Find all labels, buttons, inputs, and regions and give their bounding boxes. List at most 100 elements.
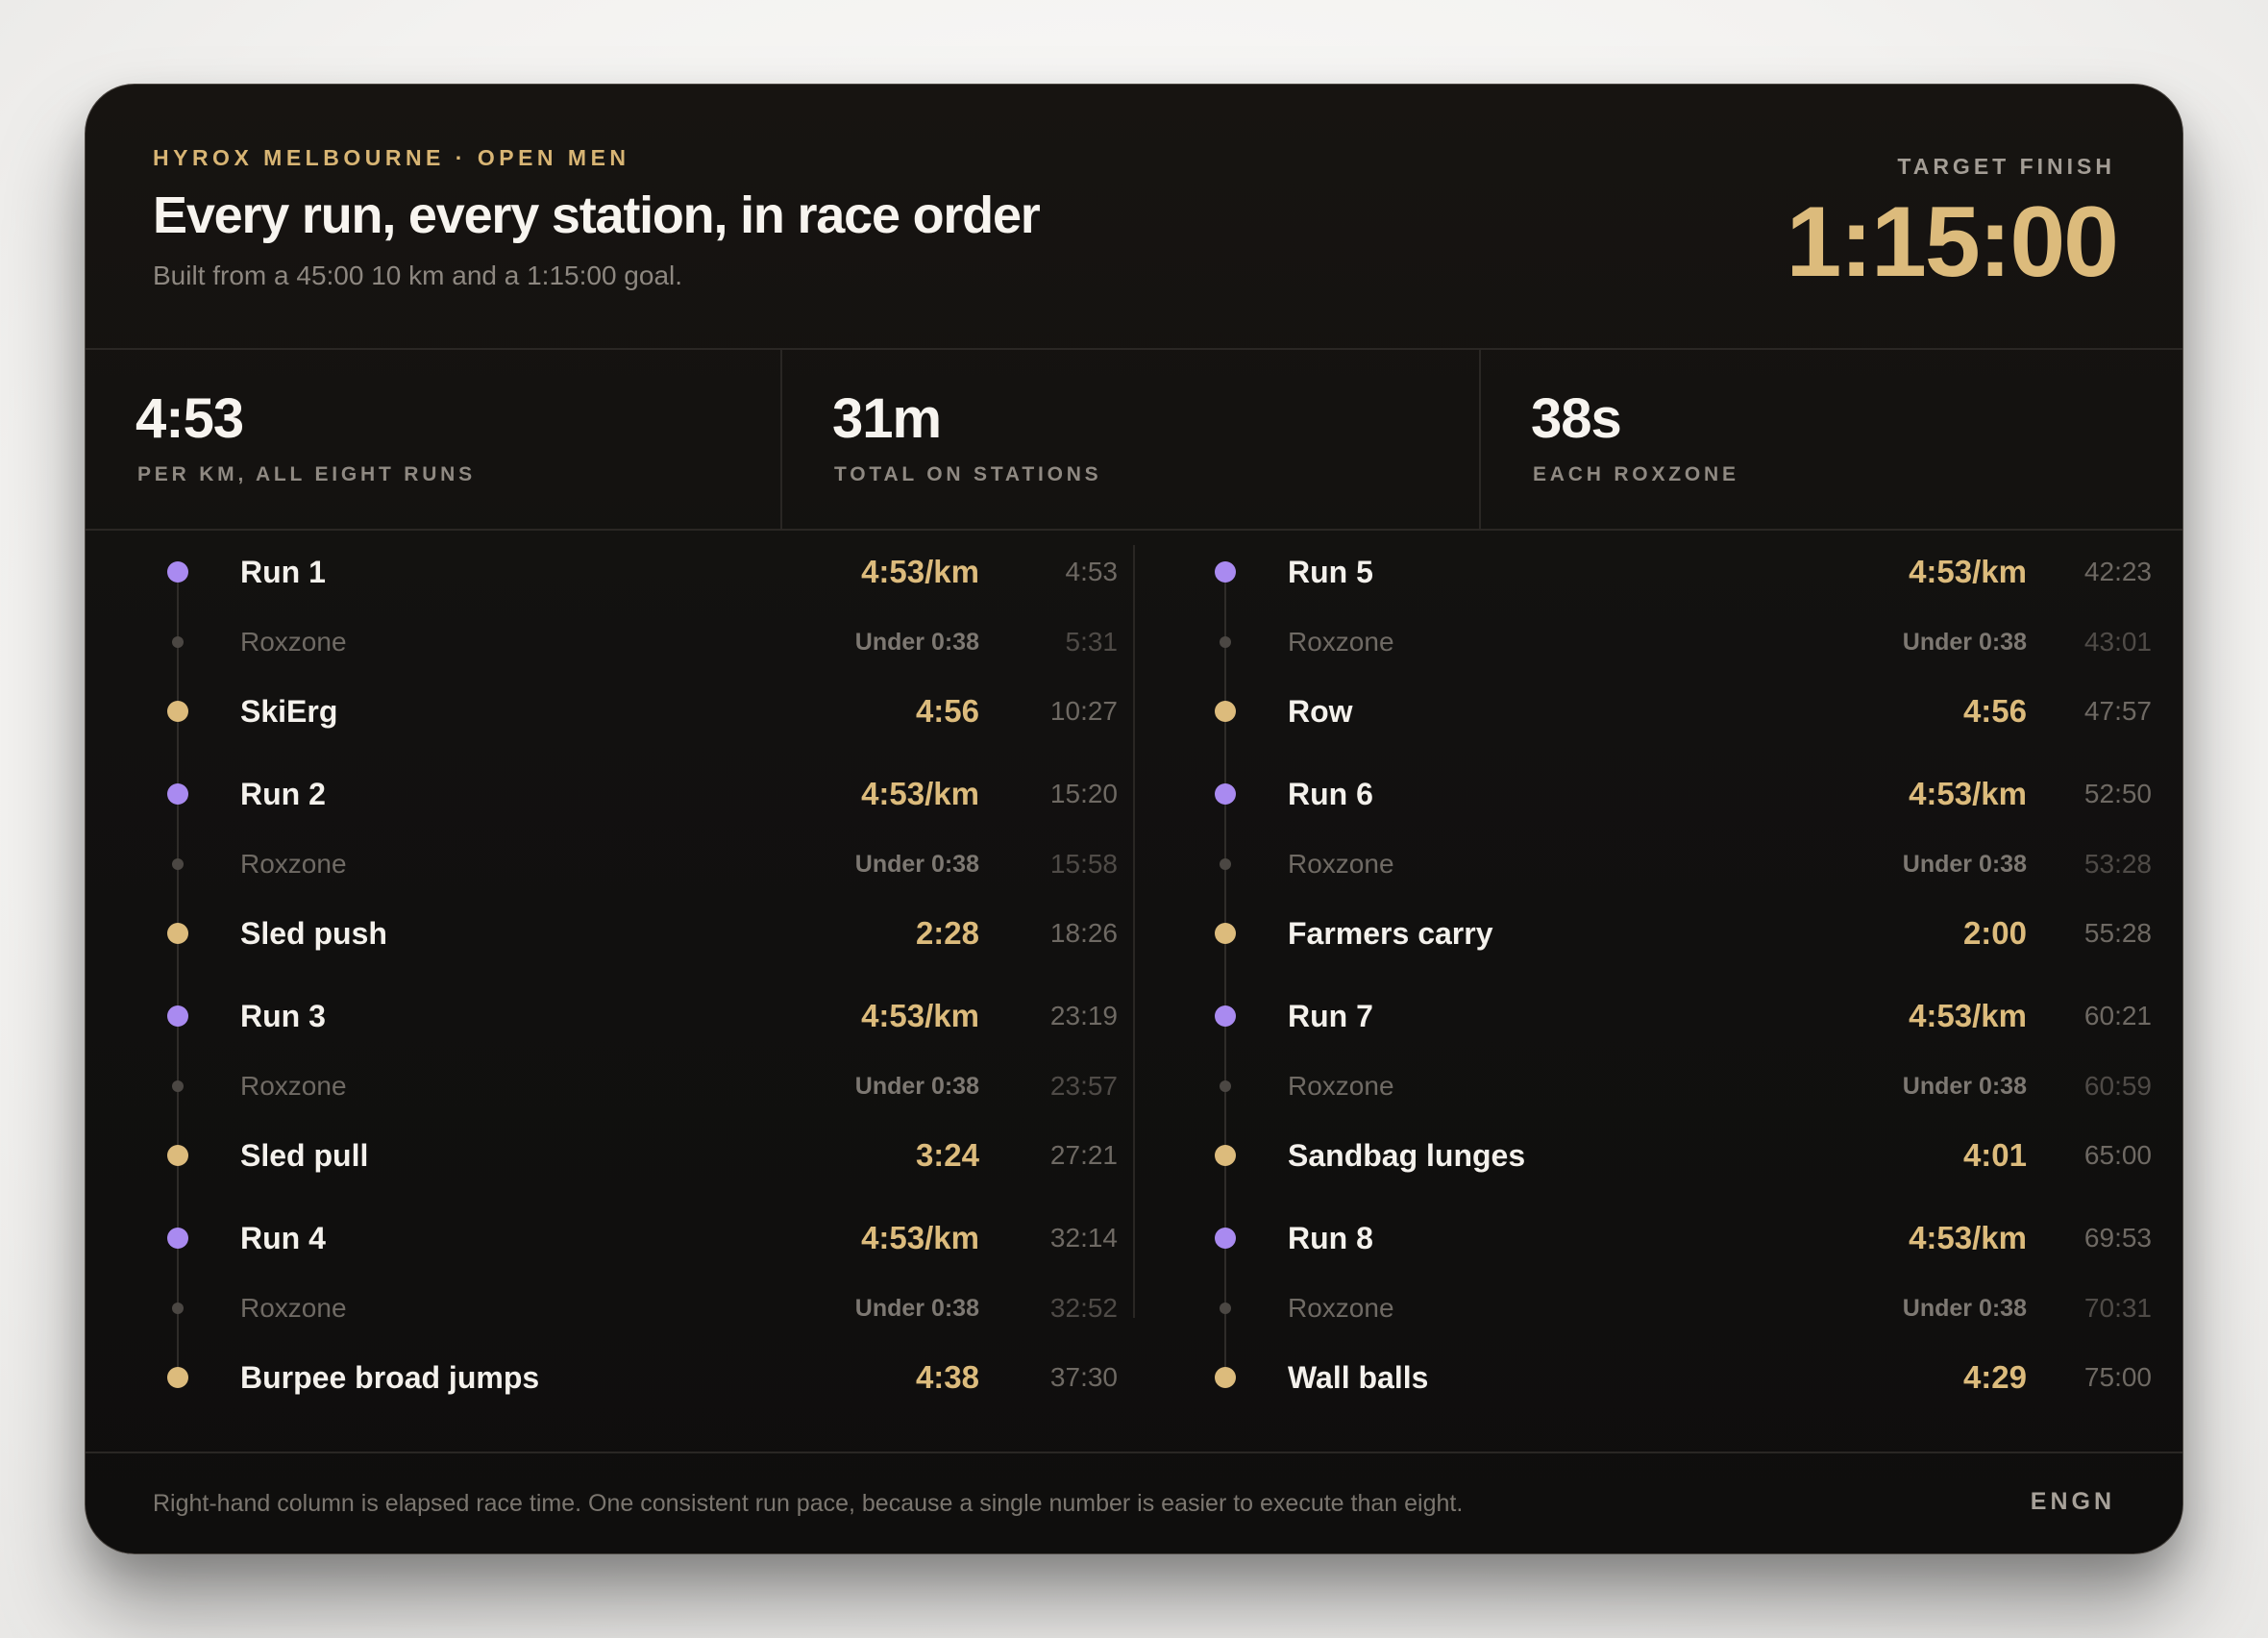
segment-elapsed-time: 23:19 bbox=[1049, 1001, 1118, 1030]
segment-name: Burpee broad jumps bbox=[240, 1360, 540, 1395]
segment-name: Roxzone bbox=[240, 627, 347, 657]
segment-name: Run 7 bbox=[1288, 999, 1373, 1033]
station-marker-icon bbox=[1215, 923, 1236, 944]
segment-elapsed-time: 15:20 bbox=[1049, 779, 1118, 808]
segment-elapsed-time: 5:31 bbox=[1065, 627, 1119, 657]
segment-split: Under 0:38 bbox=[854, 629, 979, 656]
segment-elapsed-time: 70:31 bbox=[2083, 1293, 2152, 1323]
station-row: Farmers carry 2:00 55:28 bbox=[1215, 905, 2182, 962]
card-footer: Right-hand column is elapsed race time. … bbox=[86, 1452, 2182, 1553]
run-row: Run 3 4:53/km 23:19 bbox=[167, 987, 1162, 1045]
segment-name: Farmers carry bbox=[1288, 916, 1493, 951]
run-row: Run 7 4:53/km 60:21 bbox=[1215, 987, 2182, 1045]
stat-station-total: 31m TOTAL ON STATIONS bbox=[780, 348, 1479, 529]
station-row: Wall balls 4:29 75:00 bbox=[1215, 1349, 2182, 1406]
segment-split: 4:56 bbox=[1962, 693, 2027, 729]
run-marker-icon bbox=[167, 561, 188, 583]
segment-name: Roxzone bbox=[1288, 1293, 1394, 1323]
stat-value: 4:53 bbox=[136, 387, 244, 450]
segment-split: Under 0:38 bbox=[1902, 851, 2027, 878]
stat-run-pace: 4:53 PER KM, ALL EIGHT RUNS bbox=[86, 348, 780, 529]
run-row: Run 4 4:53/km 32:14 bbox=[167, 1209, 1162, 1267]
segment-elapsed-time: 37:30 bbox=[1049, 1362, 1118, 1392]
run-marker-icon bbox=[167, 1005, 188, 1027]
segment-elapsed-time: 32:14 bbox=[1049, 1223, 1118, 1253]
page-subtitle: Built from a 45:00 10 km and a 1:15:00 g… bbox=[153, 261, 683, 290]
segment-elapsed-time: 42:23 bbox=[2083, 557, 2152, 586]
segment-split: Under 0:38 bbox=[854, 1295, 979, 1322]
segment-elapsed-time: 32:52 bbox=[1049, 1293, 1118, 1323]
run-row: Run 6 4:53/km 52:50 bbox=[1215, 765, 2182, 823]
event-eyebrow: HYROX MELBOURNE · OPEN MEN bbox=[153, 145, 630, 170]
roxzone-row: Roxzone Under 0:38 70:31 bbox=[1220, 1279, 2182, 1337]
stat-label: TOTAL ON STATIONS bbox=[834, 463, 1102, 485]
segment-split: 4:53/km bbox=[1909, 1220, 2027, 1255]
station-marker-icon bbox=[167, 923, 188, 944]
column-divider bbox=[1133, 545, 1135, 1318]
segment-elapsed-time: 52:50 bbox=[2083, 779, 2152, 808]
segment-split: 4:53/km bbox=[1909, 998, 2027, 1033]
run-row: Run 5 4:53/km 42:23 bbox=[1215, 543, 2182, 601]
segment-split: 4:53/km bbox=[1909, 554, 2027, 589]
station-row: Row 4:56 47:57 bbox=[1215, 682, 2182, 740]
segment-elapsed-time: 27:21 bbox=[1049, 1140, 1118, 1170]
roxzone-marker-icon bbox=[172, 1303, 184, 1314]
segment-elapsed-time: 55:28 bbox=[2083, 918, 2152, 948]
segment-elapsed-time: 65:00 bbox=[2083, 1140, 2152, 1170]
segment-split: 3:24 bbox=[915, 1137, 979, 1173]
segment-name: Sled pull bbox=[240, 1138, 369, 1173]
segment-name: Run 1 bbox=[240, 555, 326, 589]
roxzone-row: Roxzone Under 0:38 15:58 bbox=[172, 835, 1162, 893]
stat-value: 38s bbox=[1531, 387, 1622, 450]
segment-split: Under 0:38 bbox=[1902, 629, 2027, 656]
segment-elapsed-time: 69:53 bbox=[2083, 1223, 2152, 1253]
roxzone-marker-icon bbox=[172, 1080, 184, 1092]
segment-elapsed-time: 23:57 bbox=[1049, 1071, 1118, 1101]
stat-value: 31m bbox=[832, 387, 942, 450]
roxzone-row: Roxzone Under 0:38 43:01 bbox=[1220, 613, 2182, 671]
segment-name: Sled push bbox=[240, 916, 387, 951]
station-row: Sled pull 3:24 27:21 bbox=[167, 1127, 1162, 1184]
station-row: Burpee broad jumps 4:38 37:30 bbox=[167, 1349, 1162, 1406]
run-marker-icon bbox=[167, 1228, 188, 1249]
segment-name: Run 5 bbox=[1288, 555, 1373, 589]
segment-name: Sandbag lunges bbox=[1288, 1138, 1526, 1173]
timeline-left-column: Run 1 4:53/km 4:53 Roxzone Under 0:38 5:31 Ski… bbox=[167, 529, 1162, 1395]
page-title: Every run, every station, in race order bbox=[153, 186, 1041, 244]
segment-split: Under 0:38 bbox=[1902, 1295, 2027, 1322]
segment-name: Run 6 bbox=[1288, 777, 1373, 811]
segment-elapsed-time: 60:59 bbox=[2083, 1071, 2152, 1101]
roxzone-row: Roxzone Under 0:38 5:31 bbox=[172, 613, 1162, 671]
station-row: Sandbag lunges 4:01 65:00 bbox=[1215, 1127, 2182, 1184]
station-marker-icon bbox=[167, 1367, 188, 1388]
segment-name: SkiErg bbox=[240, 694, 338, 729]
segment-elapsed-time: 60:21 bbox=[2083, 1001, 2152, 1030]
roxzone-row: Roxzone Under 0:38 32:52 bbox=[172, 1279, 1162, 1337]
segment-split: Under 0:38 bbox=[1902, 1073, 2027, 1100]
run-row: Run 2 4:53/km 15:20 bbox=[167, 765, 1162, 823]
station-marker-icon bbox=[1215, 1367, 1236, 1388]
segment-split: 4:38 bbox=[915, 1359, 979, 1395]
segment-elapsed-time: 4:53 bbox=[1065, 557, 1119, 586]
run-marker-icon bbox=[1215, 783, 1236, 805]
segment-name: Roxzone bbox=[1288, 849, 1394, 879]
target-finish-label: TARGET FINISH bbox=[1897, 154, 2115, 179]
run-marker-icon bbox=[1215, 561, 1236, 583]
segment-name: Roxzone bbox=[240, 849, 347, 879]
stat-label: PER KM, ALL EIGHT RUNS bbox=[137, 463, 476, 485]
segment-split: 2:00 bbox=[1962, 915, 2027, 951]
segment-split: Under 0:38 bbox=[854, 1073, 979, 1100]
station-row: SkiErg 4:56 10:27 bbox=[167, 682, 1162, 740]
run-row: Run 1 4:53/km 4:53 bbox=[167, 543, 1162, 601]
station-row: Sled push 2:28 18:26 bbox=[167, 905, 1162, 962]
segment-name: Run 2 bbox=[240, 777, 326, 811]
station-marker-icon bbox=[167, 1145, 188, 1166]
roxzone-row: Roxzone Under 0:38 60:59 bbox=[1220, 1057, 2182, 1115]
target-finish-value: 1:15:00 bbox=[1786, 186, 2119, 298]
card-header: HYROX MELBOURNE · OPEN MEN Every run, ev… bbox=[86, 85, 2182, 350]
segment-elapsed-time: 18:26 bbox=[1049, 918, 1118, 948]
segment-elapsed-time: 10:27 bbox=[1049, 696, 1118, 726]
segment-split: 4:56 bbox=[915, 693, 979, 729]
segment-name: Roxzone bbox=[240, 1293, 347, 1323]
roxzone-marker-icon bbox=[172, 636, 184, 648]
